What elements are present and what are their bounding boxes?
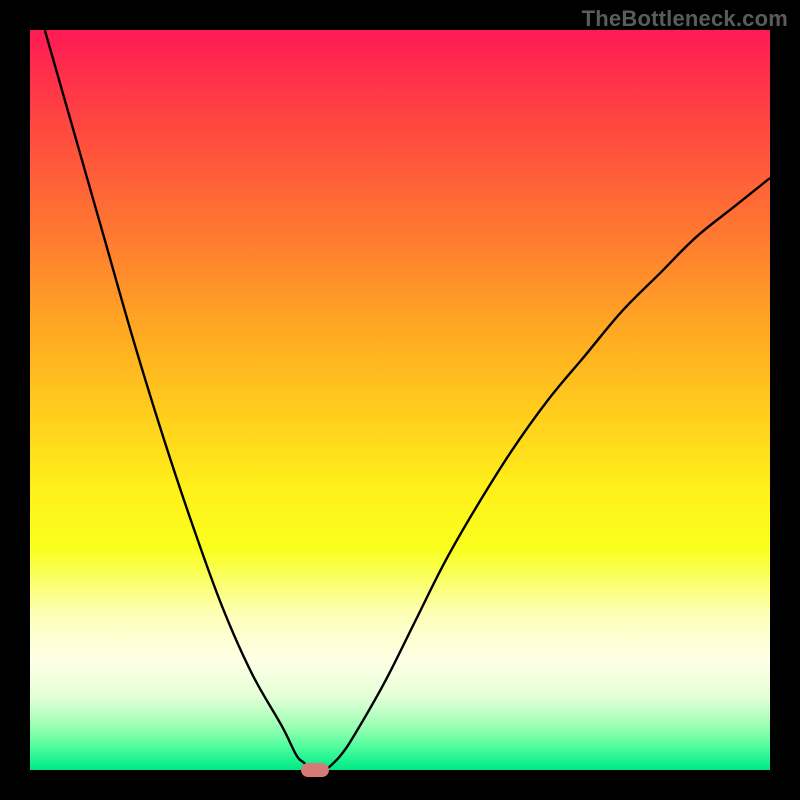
chart-frame: TheBottleneck.com [0,0,800,800]
curve-left-branch [45,30,311,770]
curve-layer [30,30,770,770]
watermark-text: TheBottleneck.com [582,6,788,32]
min-point-marker [301,763,329,777]
curve-right-branch [326,178,770,770]
